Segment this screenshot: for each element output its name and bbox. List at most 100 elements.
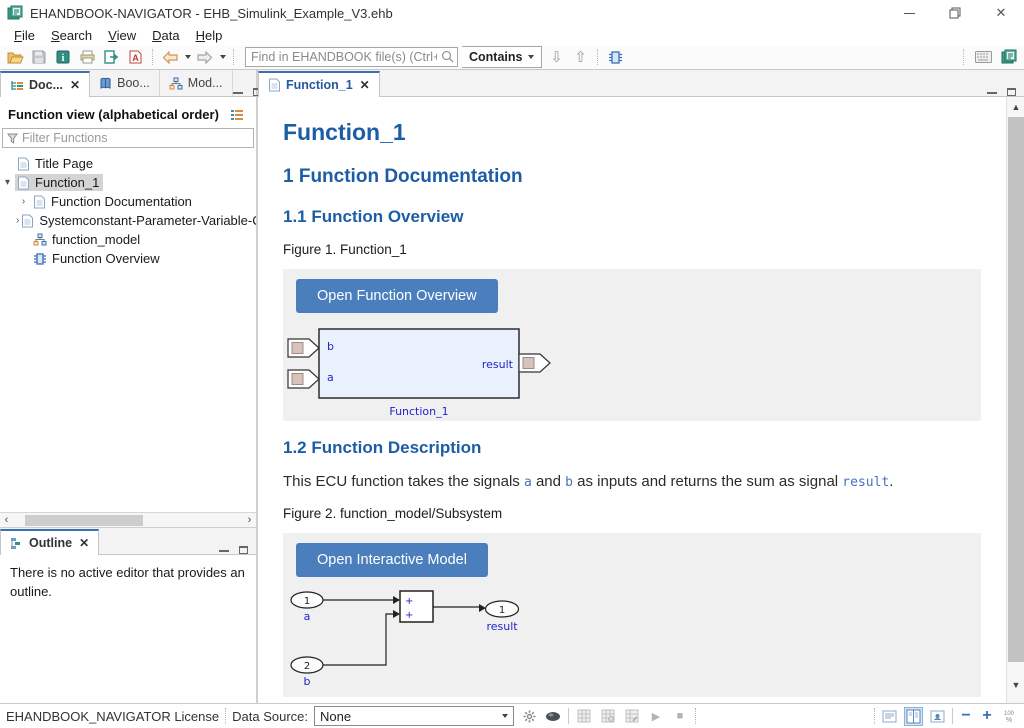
print-button[interactable] xyxy=(77,47,97,67)
description-text: . xyxy=(889,473,893,490)
minimize-button[interactable] xyxy=(886,0,932,26)
inport-1-label: a xyxy=(304,610,311,623)
scrollbar-thumb[interactable] xyxy=(1008,117,1024,662)
tab-label: Mod... xyxy=(188,76,223,90)
document-icon xyxy=(17,157,30,171)
minimize-panel-icon[interactable] xyxy=(219,549,229,552)
maximize-panel-icon[interactable] xyxy=(1007,88,1016,96)
model-block-button[interactable] xyxy=(605,47,625,67)
find-previous-button[interactable]: ⇧ xyxy=(570,47,590,67)
calibration-table-button-3[interactable] xyxy=(623,707,641,725)
close-tab-icon[interactable]: ✕ xyxy=(360,78,370,92)
export-button[interactable] xyxy=(101,47,121,67)
filter-functions-input[interactable] xyxy=(22,131,249,145)
forward-history-dropdown[interactable] xyxy=(220,55,226,59)
back-button[interactable] xyxy=(160,47,180,67)
data-source-settings-button[interactable] xyxy=(520,707,538,725)
ehb-home-button[interactable] xyxy=(999,47,1019,67)
single-page-view-button[interactable] xyxy=(880,707,899,726)
scroll-left-icon[interactable]: ‹ xyxy=(0,514,13,526)
sum-plus-2: + xyxy=(405,610,413,621)
zoom-out-button[interactable]: − xyxy=(958,707,974,725)
export-icon xyxy=(104,50,119,64)
tree-item-title-page[interactable]: Title Page xyxy=(0,154,256,173)
thumbnail-view-button[interactable] xyxy=(928,707,947,726)
scrollbar-thumb[interactable] xyxy=(25,515,143,526)
save-button[interactable] xyxy=(29,47,49,67)
scroll-down-icon[interactable]: ▼ xyxy=(1007,677,1024,693)
figure-2-panel: Open Interactive Model 1 xyxy=(283,533,981,697)
left-sidebar: Doc... ✕ Boo... Mod... xyxy=(0,70,258,703)
tab-outline[interactable]: Outline ✕ xyxy=(0,529,99,555)
zoom-in-button[interactable]: + xyxy=(979,707,995,725)
restore-button[interactable] xyxy=(932,0,978,26)
close-tab-icon[interactable]: ✕ xyxy=(70,78,80,92)
handbook-info-button[interactable]: i xyxy=(53,47,73,67)
close-button[interactable]: ✕ xyxy=(978,0,1024,26)
open-button[interactable] xyxy=(5,47,25,67)
menu-help[interactable]: Help xyxy=(188,28,231,43)
calibration-table-button-2[interactable] xyxy=(599,707,617,725)
app-window: EHANDBOOK-NAVIGATOR - EHB_Simulink_Examp… xyxy=(0,0,1024,728)
horizontal-scrollbar[interactable]: ‹ › xyxy=(0,512,256,527)
doc-tree-icon xyxy=(10,79,24,92)
description-text: and xyxy=(532,473,565,490)
tab-bookmarks[interactable]: Boo... xyxy=(90,70,160,96)
minimize-panel-icon[interactable] xyxy=(987,91,997,94)
tab-models[interactable]: Mod... xyxy=(160,70,233,96)
back-history-dropdown[interactable] xyxy=(185,55,191,59)
calibration-table-button-1[interactable] xyxy=(575,707,593,725)
find-field-wrap xyxy=(245,47,458,67)
model-tree-icon xyxy=(169,77,183,90)
tree-item-function-model[interactable]: function_model xyxy=(16,230,256,249)
tree-item-label: Function_1 xyxy=(35,175,99,190)
tree-item-function-documentation[interactable]: › Function Documentation xyxy=(16,192,256,211)
port-square xyxy=(292,374,303,385)
zoom-reset-button[interactable]: 100% xyxy=(1000,707,1018,725)
menu-search[interactable]: Search xyxy=(43,28,100,43)
table-icon xyxy=(577,709,591,723)
maximize-panel-icon[interactable] xyxy=(239,546,248,554)
find-input[interactable] xyxy=(245,47,458,67)
data-lens-button[interactable] xyxy=(544,707,562,725)
collapsed-chevron-icon[interactable]: › xyxy=(16,196,31,207)
sum-plus-1: + xyxy=(405,596,413,607)
outport-label: result xyxy=(486,620,518,633)
page-title: Function_1 xyxy=(283,119,986,146)
contains-dropdown[interactable]: Contains xyxy=(462,46,542,68)
keyboard-shortcuts-button[interactable] xyxy=(973,47,993,67)
signal-b-code: b xyxy=(565,475,573,490)
app-icon xyxy=(7,5,23,21)
tab-editor-function-1[interactable]: Function_1 ✕ xyxy=(258,71,380,97)
menu-data[interactable]: Data xyxy=(144,28,187,43)
statusbar-separator xyxy=(225,708,226,724)
run-button[interactable]: ▶ xyxy=(647,707,665,725)
tree-item-systemconstant[interactable]: › Systemconstant-Parameter-Variable-Cl xyxy=(16,211,256,230)
tree-item-label: Function Documentation xyxy=(51,194,192,209)
vertical-scrollbar[interactable]: ▲ ▼ xyxy=(1006,97,1024,703)
menu-file[interactable]: File xyxy=(6,28,43,43)
menu-view[interactable]: View xyxy=(100,28,144,43)
tab-documents[interactable]: Doc... ✕ xyxy=(0,71,90,97)
scroll-right-icon[interactable]: › xyxy=(243,514,256,526)
scroll-up-icon[interactable]: ▲ xyxy=(1007,99,1024,115)
find-next-button[interactable]: ⇩ xyxy=(546,47,566,67)
chevron-down-icon xyxy=(528,55,534,59)
stop-button[interactable]: ■ xyxy=(671,707,689,725)
port-square xyxy=(523,358,534,369)
tree-item-function-overview[interactable]: Function Overview xyxy=(16,249,256,268)
simulink-model-diagram: 1 a 2 b + + 1 xyxy=(283,533,583,697)
forward-button[interactable] xyxy=(195,47,215,67)
view-menu-icon[interactable] xyxy=(230,108,244,121)
tree-item-function-1[interactable]: ▾ Function_1 xyxy=(0,173,256,192)
split-view-button[interactable] xyxy=(904,707,923,726)
data-source-label: Data Source: xyxy=(232,709,308,724)
data-source-select[interactable]: None xyxy=(314,706,514,726)
arrow-up-icon: ⇧ xyxy=(574,48,587,66)
minimize-panel-icon[interactable] xyxy=(233,91,243,94)
pdf-export-button[interactable]: A xyxy=(125,47,145,67)
document-views-panel: Doc... ✕ Boo... Mod... xyxy=(0,70,256,528)
close-tab-icon[interactable]: ✕ xyxy=(79,536,89,550)
close-icon: ✕ xyxy=(996,5,1007,21)
expanded-chevron-icon[interactable]: ▾ xyxy=(0,177,15,188)
